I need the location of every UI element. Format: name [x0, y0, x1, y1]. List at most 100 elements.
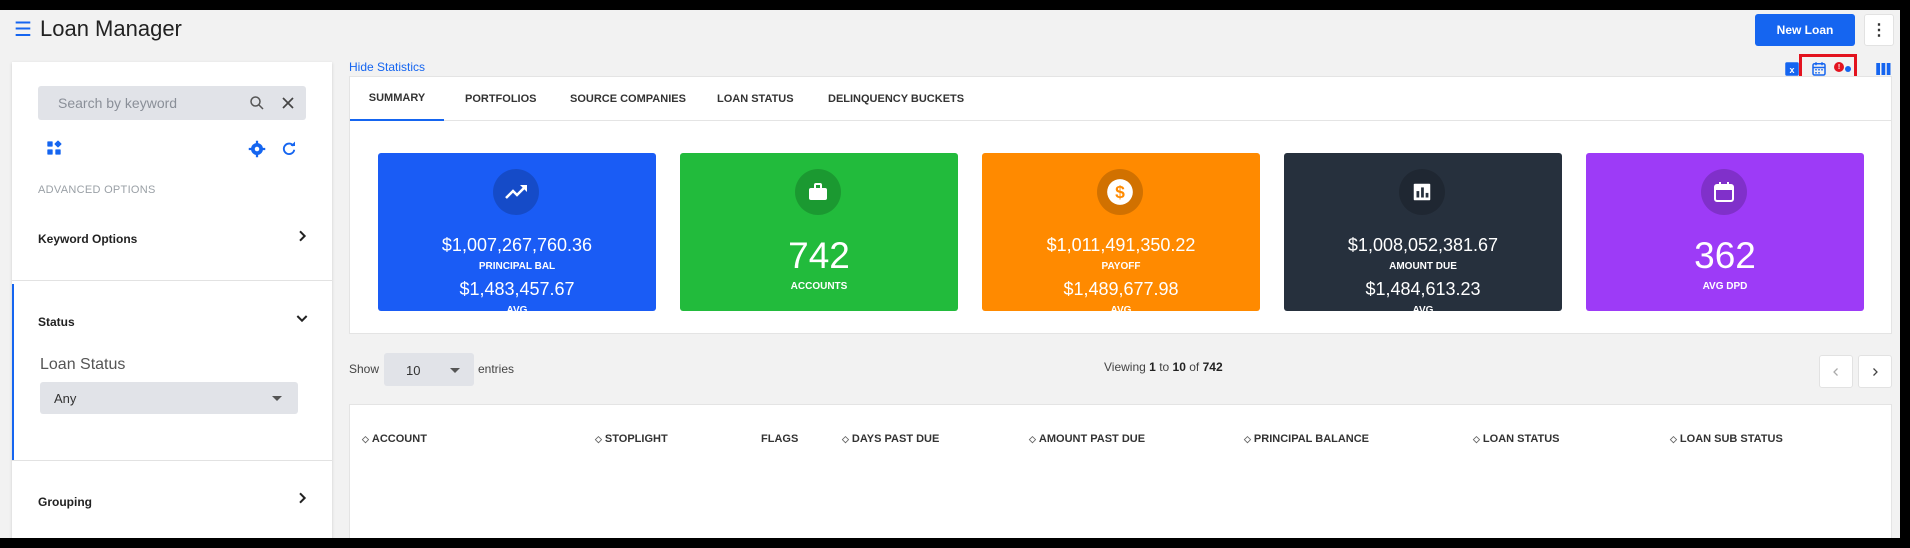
viewing-to-word: to	[1159, 360, 1170, 374]
stats-tabs: SUMMARY PORTFOLIOS SOURCE COMPANIES LOAN…	[350, 77, 1891, 121]
column-header-label: LOAN STATUS	[1482, 433, 1560, 445]
column-header-principal-balance[interactable]: ◇ PRINCIPAL BALANCE	[1244, 433, 1369, 445]
divider	[12, 280, 332, 281]
amount-due-value: $1,008,052,381.67	[1347, 235, 1499, 255]
sort-icon: ◇	[1670, 434, 1677, 444]
new-loan-button[interactable]: New Loan	[1755, 14, 1855, 46]
stat-card-principal: $1,007,267,760.36 PRINCIPAL BAL $1,483,4…	[378, 153, 656, 316]
principal-avg-label: AVG	[506, 305, 528, 316]
stat-card-avg-dpd: 362 AVG DPD	[1586, 153, 1864, 311]
avg-dpd-value: 362	[1694, 235, 1756, 276]
briefcase-icon	[795, 169, 841, 215]
viewing-to: 10	[1172, 360, 1186, 374]
divider	[12, 460, 332, 461]
page-title: Loan Manager	[40, 16, 182, 41]
payoff-value: $1,011,491,350.22	[1046, 235, 1196, 255]
svg-text:$: $	[1115, 182, 1125, 202]
column-header-loan-sub-status[interactable]: ◇ LOAN SUB STATUS	[1670, 433, 1783, 445]
sort-icon: ◇	[362, 434, 369, 444]
previous-page-button[interactable]	[1819, 355, 1853, 388]
column-header-label: AMOUNT PAST DUE	[1038, 433, 1146, 445]
next-page-button[interactable]	[1858, 355, 1892, 388]
loan-status-value: Any	[54, 391, 77, 406]
chevron-left-icon	[1833, 367, 1838, 376]
sort-icon: ◇	[1029, 434, 1036, 444]
filter-sidebar: ADVANCED OPTIONS Keyword Options Status …	[12, 62, 332, 538]
viewing-of-word: of	[1189, 360, 1200, 374]
kebab-icon[interactable]: ⋮	[1864, 14, 1894, 46]
grouping-toggle[interactable]: Grouping	[38, 495, 92, 509]
tab-portfolios[interactable]: PORTFOLIOS	[465, 77, 537, 121]
accounts-label: ACCOUNTS	[790, 281, 848, 292]
amount-due-avg-value: $1,484,613.23	[1365, 279, 1481, 299]
sort-icon: ◇	[1473, 434, 1480, 444]
trending-up-icon	[493, 169, 539, 215]
column-header-label: PRINCIPAL BALANCE	[1253, 433, 1370, 445]
chevron-right-icon[interactable]	[294, 490, 310, 506]
calendar-icon	[1701, 169, 1747, 215]
column-header-amount-past-due[interactable]: ◇ AMOUNT PAST DUE	[1029, 433, 1145, 445]
refresh-icon[interactable]	[280, 140, 298, 158]
viewing-summary: Viewing 1 to 10 of 742	[1104, 360, 1223, 374]
chevron-down-icon[interactable]	[294, 310, 310, 326]
column-header-flags: FLAGS	[761, 433, 798, 445]
column-header-loan-status[interactable]: ◇ LOAN STATUS	[1473, 433, 1560, 445]
payoff-label: PAYOFF	[1101, 261, 1141, 272]
entries-value: 10	[406, 363, 421, 378]
stat-card-payoff: $ $1,011,491,350.22 PAYOFF $1,489,677.98…	[982, 153, 1260, 316]
entries-label: entries	[478, 362, 515, 376]
caret-down-icon	[272, 396, 282, 401]
stat-card-amount-due: $1,008,052,381.67 AMOUNT DUE $1,484,613.…	[1284, 153, 1562, 316]
tab-loan-status[interactable]: LOAN STATUS	[717, 77, 794, 121]
show-label: Show	[349, 362, 380, 376]
column-header-days-past-due[interactable]: ◇ DAYS PAST DUE	[842, 433, 939, 445]
chevron-right-icon	[1873, 367, 1878, 376]
stat-card-accounts: 742 ACCOUNTS	[680, 153, 958, 311]
search-box	[38, 86, 306, 120]
column-header-label: FLAGS	[761, 433, 799, 445]
principal-balance-value: $1,007,267,760.36	[441, 235, 593, 255]
caret-down-icon	[450, 368, 460, 373]
hamburger-icon[interactable]: ☰	[14, 17, 32, 42]
sort-icon: ◇	[842, 434, 849, 444]
amount-due-avg-label: AVG	[1412, 305, 1434, 316]
dollar-icon: $	[1097, 169, 1143, 215]
chevron-right-icon[interactable]	[294, 228, 310, 244]
entries-select[interactable]: 10	[384, 353, 474, 386]
column-header-label: LOAN SUB STATUS	[1679, 433, 1783, 445]
svg-text:x: x	[1789, 65, 1794, 75]
statistics-panel: SUMMARY PORTFOLIOS SOURCE COMPANIES LOAN…	[349, 76, 1892, 334]
close-icon[interactable]	[278, 93, 298, 113]
app-window: ☰ Loan Manager New Loan ⋮ ADVANCED OPTIO…	[0, 10, 1900, 538]
viewing-prefix: Viewing	[1104, 360, 1146, 374]
loan-status-label: Loan Status	[40, 356, 126, 373]
tab-summary[interactable]: SUMMARY	[350, 77, 444, 121]
viewing-total: 742	[1202, 360, 1223, 374]
gear-icon[interactable]	[248, 140, 266, 158]
tab-source-companies[interactable]: SOURCE COMPANIES	[570, 77, 686, 121]
sort-icon: ◇	[595, 434, 602, 444]
viewing-from: 1	[1149, 360, 1156, 374]
keyword-options-toggle[interactable]: Keyword Options	[38, 232, 137, 246]
advanced-options-label: ADVANCED OPTIONS	[38, 184, 156, 196]
widgets-icon[interactable]	[46, 140, 62, 156]
principal-balance-label: PRINCIPAL BAL	[478, 261, 556, 272]
tab-delinquency-buckets[interactable]: DELINQUENCY BUCKETS	[828, 77, 964, 121]
status-toggle[interactable]: Status	[38, 315, 75, 329]
column-header-label: STOPLIGHT	[604, 433, 668, 445]
search-icon[interactable]	[248, 94, 266, 112]
column-header-label: DAYS PAST DUE	[851, 433, 940, 445]
loans-table: ◇ ACCOUNT ◇ STOPLIGHT FLAGS ◇ DAYS PAST DUE…	[349, 404, 1892, 538]
column-header-label: ACCOUNT	[371, 433, 427, 445]
column-header-account[interactable]: ◇ ACCOUNT	[362, 433, 427, 445]
loan-status-select[interactable]: Any	[40, 382, 298, 414]
accounts-count: 742	[788, 235, 850, 276]
column-header-stoplight[interactable]: ◇ STOPLIGHT	[595, 433, 668, 445]
principal-avg-value: $1,483,457.67	[459, 279, 575, 299]
hide-statistics-link[interactable]: Hide Statistics	[349, 60, 425, 74]
active-section-indicator	[12, 284, 14, 460]
avg-dpd-label: AVG DPD	[1702, 281, 1748, 292]
search-input[interactable]	[48, 86, 228, 120]
amount-due-label: AMOUNT DUE	[1389, 261, 1457, 272]
sort-icon: ◇	[1244, 434, 1251, 444]
